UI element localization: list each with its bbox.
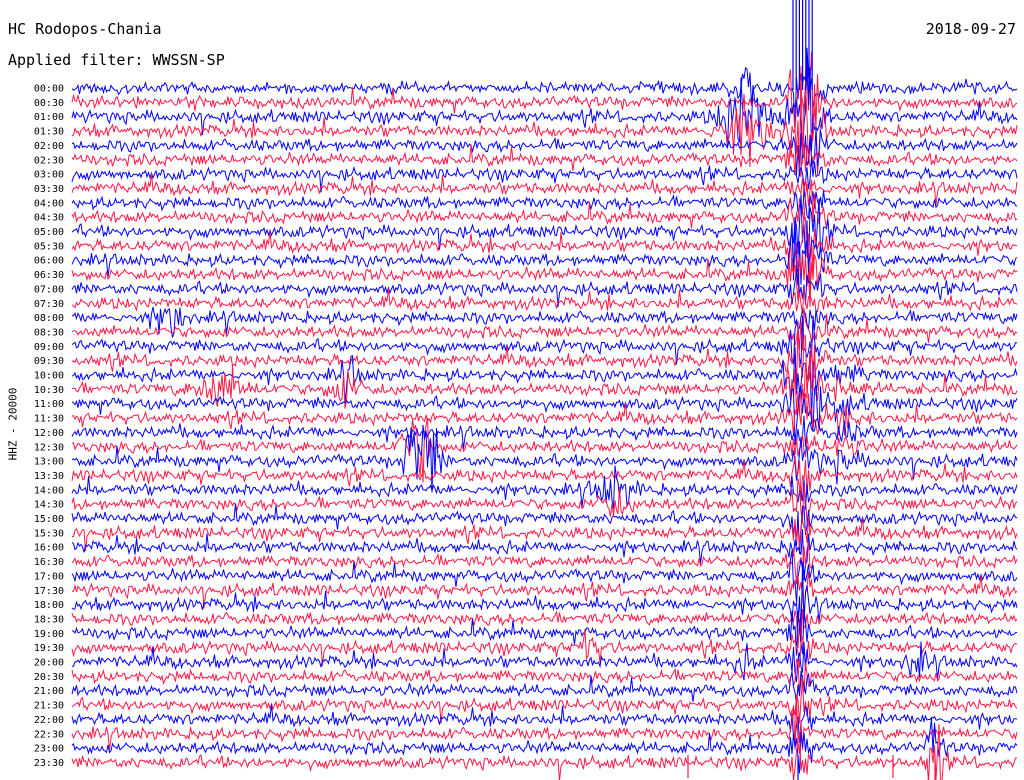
time-tick-1700: 17:00: [34, 571, 64, 582]
time-tick-1630: 16:30: [34, 557, 64, 568]
trace-1530: [71, 516, 1018, 552]
trace-1100: [71, 385, 1018, 446]
time-tick-1130: 11:30: [34, 414, 64, 425]
time-tick-1530: 15:30: [34, 528, 64, 539]
time-tick-0200: 02:00: [34, 141, 64, 152]
time-tick-0400: 04:00: [34, 198, 64, 209]
time-tick-1230: 12:30: [34, 442, 64, 453]
time-tick-1330: 13:30: [34, 471, 64, 482]
time-tick-1430: 14:30: [34, 500, 64, 511]
time-tick-2300: 23:00: [34, 744, 64, 755]
time-tick-1500: 15:00: [34, 514, 64, 525]
trace-0900: [71, 315, 1018, 366]
seismogram-plot: 00:00 00:30 01:00 01:30 02:00 02:30 03:00 03:30…: [34, 0, 1018, 780]
time-tick-1030: 10:30: [34, 385, 64, 396]
time-tick-labels: 00:00 00:30 01:00 01:30 02:00 02:30 03:00 03:30…: [34, 84, 64, 769]
time-tick-0830: 08:30: [34, 327, 64, 338]
time-tick-0930: 09:30: [34, 356, 64, 367]
time-tick-2230: 22:30: [34, 729, 64, 740]
time-tick-0730: 07:30: [34, 299, 64, 310]
time-tick-2030: 20:30: [34, 672, 64, 683]
seismogram-traces: [71, 0, 1018, 780]
time-tick-1830: 18:30: [34, 614, 64, 625]
time-tick-0700: 07:00: [34, 284, 64, 295]
time-tick-0130: 01:30: [34, 127, 64, 138]
trace-0030: [71, 51, 1018, 138]
trace-1300: [71, 424, 1018, 493]
time-tick-2000: 20:00: [34, 658, 64, 669]
time-tick-1600: 16:00: [34, 543, 64, 554]
time-tick-1100: 11:00: [34, 399, 64, 410]
time-tick-1300: 13:00: [34, 457, 64, 468]
time-tick-1730: 17:30: [34, 586, 64, 597]
time-tick-1900: 19:00: [34, 629, 64, 640]
time-tick-0300: 03:00: [34, 170, 64, 181]
trace-2200: [71, 704, 1018, 743]
trace-1500: [71, 503, 1018, 554]
trace-0530: [71, 216, 1017, 294]
trace-0200: [71, 128, 1018, 177]
time-tick-0530: 05:30: [34, 241, 64, 252]
time-tick-0900: 09:00: [34, 342, 64, 353]
time-tick-1400: 14:00: [34, 485, 64, 496]
trace-2300: [71, 718, 1018, 774]
time-tick-0800: 08:00: [34, 313, 64, 324]
time-tick-0100: 01:00: [34, 112, 64, 123]
time-tick-1930: 19:30: [34, 643, 64, 654]
time-tick-0230: 02:30: [34, 155, 64, 166]
time-tick-0030: 00:30: [34, 98, 64, 109]
time-tick-1200: 12:00: [34, 428, 64, 439]
time-tick-1000: 10:00: [34, 371, 64, 382]
time-tick-2100: 21:00: [34, 686, 64, 697]
time-tick-2200: 22:00: [34, 715, 64, 726]
time-tick-1800: 18:00: [34, 600, 64, 611]
time-tick-0430: 04:30: [34, 213, 64, 224]
time-tick-0600: 06:00: [34, 256, 64, 267]
time-tick-0500: 05:00: [34, 227, 64, 238]
time-tick-0330: 03:30: [34, 184, 64, 195]
time-tick-2130: 21:30: [34, 701, 64, 712]
time-tick-0000: 00:00: [34, 84, 64, 95]
trace-0400: [71, 190, 1018, 220]
time-tick-2330: 23:30: [34, 758, 64, 769]
trace-2130: [71, 678, 1018, 724]
time-tick-0630: 06:30: [34, 270, 64, 281]
